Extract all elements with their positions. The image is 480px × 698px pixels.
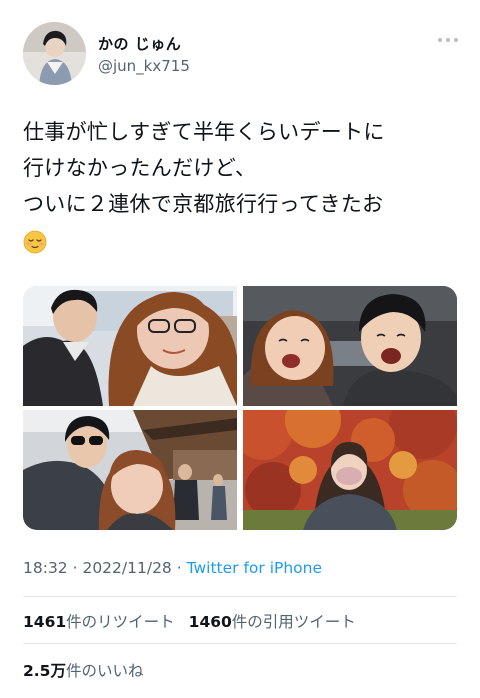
- photo-couple-selfie-kyoto-street[interactable]: [23, 410, 237, 530]
- likes-label: 件のいいね: [65, 662, 144, 680]
- tweet-date[interactable]: 2022/11/28: [82, 559, 171, 577]
- tweet-text-line: 仕事が忙しすぎて半年くらいデートに: [23, 120, 385, 144]
- divider: [23, 643, 457, 644]
- tweet-text-line: ついに２連休で京都旅行行ってきたお: [23, 192, 384, 216]
- tweet-meta: 18:32 · 2022/11/28 · Twitter for iPhone: [23, 559, 322, 577]
- quotes-label: 件の引用ツイート: [231, 613, 356, 631]
- quotes-count: 1460: [188, 613, 232, 631]
- tweet-text-line: 行けなかったんだけど、: [23, 156, 257, 180]
- author-handle[interactable]: @jun_kx715: [98, 57, 190, 75]
- retweets-label: 件のリツイート: [66, 613, 175, 631]
- meta-separator: ·: [67, 559, 83, 577]
- photo-couple-selfie-car[interactable]: [243, 286, 457, 406]
- meta-separator: ·: [171, 559, 187, 577]
- likes-stat[interactable]: 2.5万件のいいね: [23, 659, 143, 681]
- divider: [23, 596, 457, 597]
- retweets-count: 1461: [23, 613, 67, 631]
- quotes-stat[interactable]: 1460件の引用ツイート: [189, 613, 356, 631]
- media-grid: [23, 286, 457, 530]
- likes-count: 2.5万: [23, 662, 66, 680]
- retweets-stat[interactable]: 1461件のリツイート: [23, 613, 175, 631]
- more-options-icon[interactable]: [438, 34, 458, 46]
- avatar[interactable]: [23, 22, 86, 85]
- photo-woman-autumn-leaves[interactable]: [243, 410, 457, 530]
- tweet-detail: かの じゅん @jun_kx715 仕事が忙しすぎて半年くらいデートに 行けなか…: [0, 0, 480, 698]
- photo-couple-selfie-train[interactable]: [23, 286, 237, 406]
- author-display-name[interactable]: かの じゅん: [98, 33, 181, 54]
- tweet-text: 仕事が忙しすぎて半年くらいデートに 行けなかったんだけど、 ついに２連休で京都旅…: [23, 114, 463, 265]
- relieved-face-icon: [23, 230, 47, 254]
- tweet-time[interactable]: 18:32: [23, 559, 68, 577]
- tweet-stats: 1461件のリツイート 1460件の引用ツイート: [23, 610, 356, 632]
- tweet-source-link[interactable]: Twitter for iPhone: [187, 559, 322, 577]
